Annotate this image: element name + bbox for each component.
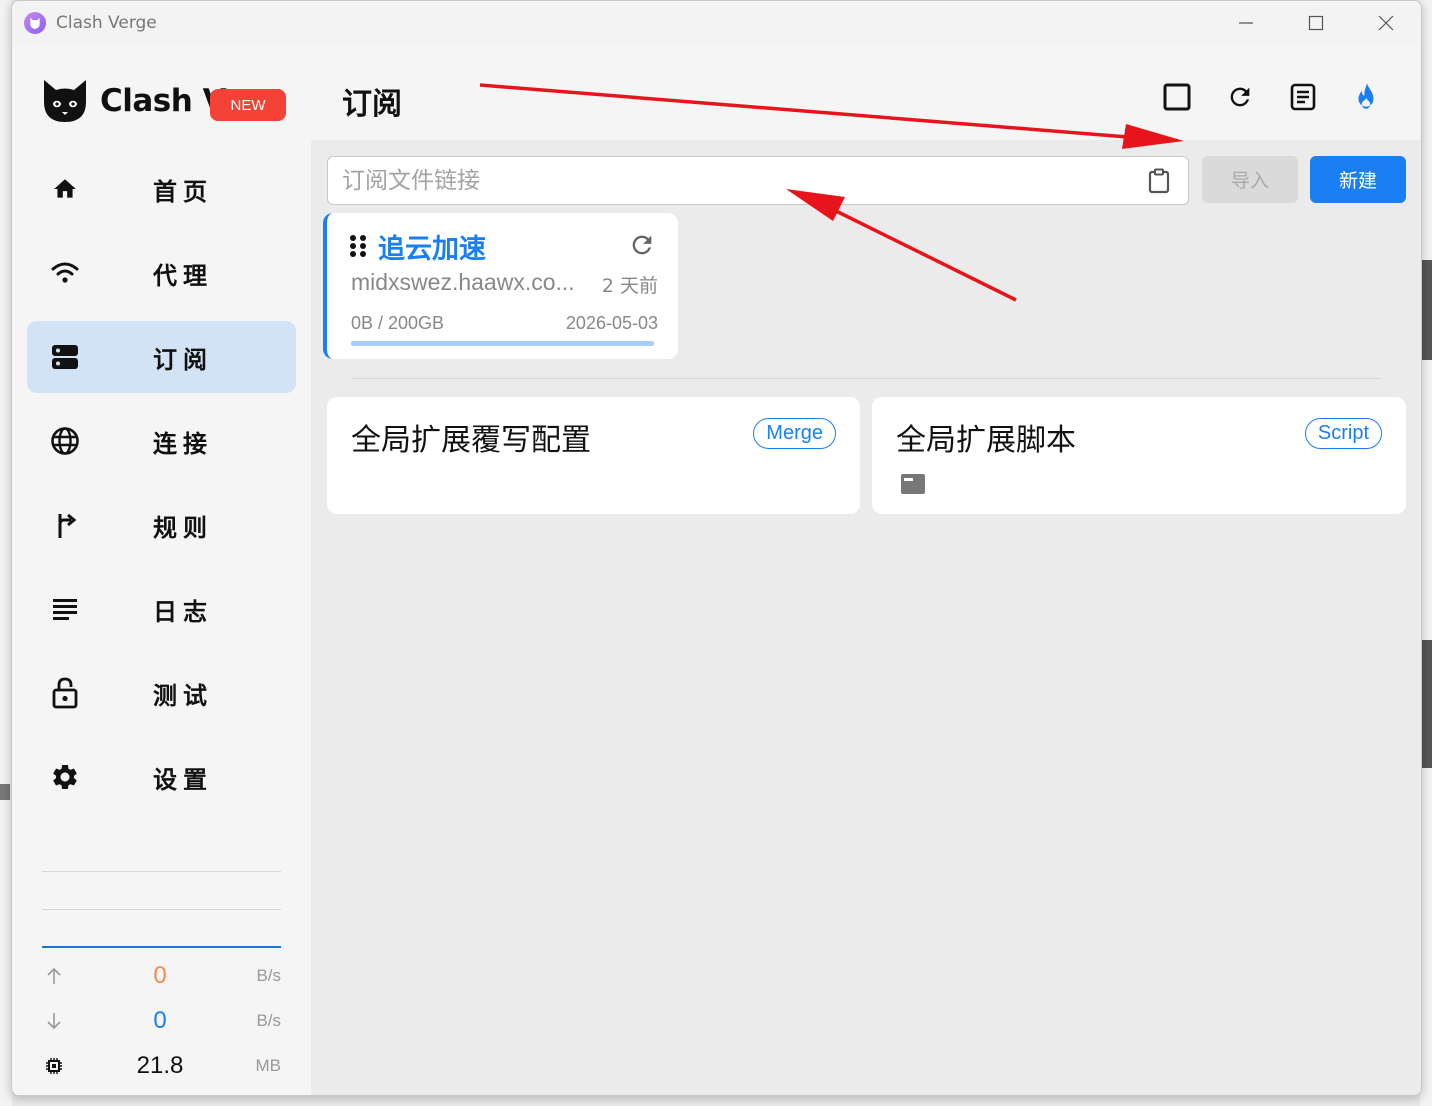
- extension-title: 全局扩展脚本: [896, 423, 1076, 458]
- sidebar: Clash V NEW 首页 代理 订阅 连接 规则 日志 测试 设置 0 B/…: [12, 45, 311, 1095]
- download-speed-value: 0: [153, 1007, 167, 1034]
- download-speed-row: 0 B/s: [42, 1003, 281, 1039]
- desktop-background-fragment: [0, 784, 10, 800]
- cat-logo-icon: [44, 80, 86, 122]
- sidebar-item-label: 订阅: [153, 345, 213, 374]
- subscription-url-field[interactable]: [327, 156, 1189, 205]
- arrow-up-icon: [42, 967, 66, 985]
- wifi-icon: [49, 259, 81, 287]
- upload-speed-unit: B/s: [256, 966, 281, 985]
- sidebar-item-proxy[interactable]: 代理: [27, 237, 296, 309]
- merge-extension-card[interactable]: 全局扩展覆写配置 Merge: [327, 397, 860, 514]
- sidebar-item-label: 设置: [153, 765, 213, 794]
- profile-card[interactable]: 追云加速 midxswez.haawx.co... 2 天前 0B / 200G…: [323, 213, 678, 359]
- sidebar-item-label: 测试: [153, 681, 213, 710]
- title-bar[interactable]: Clash Verge: [12, 1, 1421, 45]
- new-profile-button[interactable]: 新建: [1310, 156, 1406, 203]
- sidebar-nav: 首页 代理 订阅 连接 规则 日志 测试 设置: [27, 153, 296, 825]
- logo-text: Clash V: [100, 83, 227, 119]
- sidebar-item-label: 规则: [153, 513, 213, 542]
- gear-icon: [49, 763, 81, 791]
- sidebar-item-rules[interactable]: 规则: [27, 489, 296, 561]
- sidebar-item-label: 日志: [153, 597, 213, 626]
- home-icon: [49, 175, 81, 203]
- maximize-button[interactable]: [1281, 1, 1351, 45]
- sidebar-item-label: 代理: [153, 261, 213, 290]
- desktop-background-fragment: [1422, 640, 1432, 768]
- profile-host: midxswez.haawx.co...: [351, 269, 575, 295]
- file-icon[interactable]: [900, 473, 926, 499]
- profile-name: 追云加速: [378, 234, 486, 265]
- minimize-button[interactable]: [1211, 1, 1281, 45]
- sidebar-item-label: 首页: [153, 177, 213, 206]
- profile-usage: 0B / 200GB: [351, 313, 445, 333]
- section-divider: [351, 378, 1381, 379]
- sidebar-item-settings[interactable]: 设置: [27, 741, 296, 813]
- maximize-icon: [1308, 15, 1324, 31]
- lock-open-icon: [49, 677, 81, 709]
- page-header: 订阅: [311, 45, 1421, 140]
- subscription-url-input[interactable]: [342, 167, 1122, 194]
- sidebar-item-connections[interactable]: 连接: [27, 405, 296, 477]
- extension-type-badge: Script: [1304, 418, 1382, 449]
- profile-usage-progress: [351, 341, 654, 346]
- sidebar-divider: [42, 909, 281, 910]
- memory-usage-value: 21.8: [136, 1052, 184, 1079]
- close-button[interactable]: [1351, 1, 1421, 45]
- upload-speed-row: 0 B/s: [42, 958, 281, 994]
- window-controls: [1211, 1, 1421, 45]
- stop-square-icon[interactable]: [1145, 80, 1208, 114]
- document-icon[interactable]: [1271, 80, 1334, 114]
- page-title: 订阅: [342, 87, 402, 122]
- app-cat-icon: [24, 12, 46, 34]
- fire-icon[interactable]: [1334, 80, 1397, 114]
- sidebar-item-logs[interactable]: 日志: [27, 573, 296, 645]
- traffic-graph-baseline[interactable]: [42, 946, 281, 948]
- drag-handle-icon[interactable]: [349, 233, 367, 263]
- script-extension-card[interactable]: 全局扩展脚本 Script: [872, 397, 1406, 514]
- minimize-icon: [1239, 22, 1253, 24]
- clipboard-paste-icon[interactable]: [1148, 168, 1170, 198]
- extension-type-badge: Merge: [753, 418, 836, 449]
- sidebar-item-test[interactable]: 测试: [27, 657, 296, 729]
- sidebar-item-label: 连接: [153, 429, 213, 458]
- sidebar-divider: [42, 871, 281, 872]
- sidebar-item-home[interactable]: 首页: [27, 153, 296, 225]
- refresh-icon[interactable]: [1208, 80, 1271, 114]
- app-window: Clash Verge Clash V NEW 首页 代理 订阅 连接 规则 日…: [11, 0, 1422, 1096]
- arrow-down-icon: [42, 1012, 66, 1030]
- sidebar-item-subscription[interactable]: 订阅: [27, 321, 296, 393]
- extension-title: 全局扩展覆写配置: [351, 423, 591, 458]
- memory-usage-row[interactable]: 21.8 MB: [42, 1048, 281, 1084]
- app-logo: Clash V: [40, 73, 227, 129]
- subject-icon: [49, 595, 81, 623]
- header-toolbar: [1145, 80, 1397, 114]
- globe-icon: [49, 427, 81, 455]
- new-badge: NEW: [210, 89, 286, 121]
- close-icon: [1378, 15, 1394, 31]
- import-button[interactable]: 导入: [1202, 156, 1298, 203]
- fork-right-icon: [49, 511, 81, 539]
- upload-speed-value: 0: [153, 962, 167, 989]
- download-speed-unit: B/s: [256, 1011, 281, 1030]
- profile-updated-time: 2 天前: [601, 275, 658, 297]
- desktop-background-fragment: [1422, 260, 1432, 360]
- refresh-icon[interactable]: [628, 231, 656, 263]
- main-content: 订阅 订阅文件链接 导入 新建 追云加速 midxswez.haawx.co..…: [311, 45, 1421, 1095]
- memory-usage-unit: MB: [255, 1056, 282, 1075]
- profile-expire-date: 2026-05-03: [565, 313, 658, 333]
- memory-chip-icon: [42, 1057, 66, 1075]
- dns-icon: [49, 343, 81, 371]
- window-title: Clash Verge: [56, 13, 157, 33]
